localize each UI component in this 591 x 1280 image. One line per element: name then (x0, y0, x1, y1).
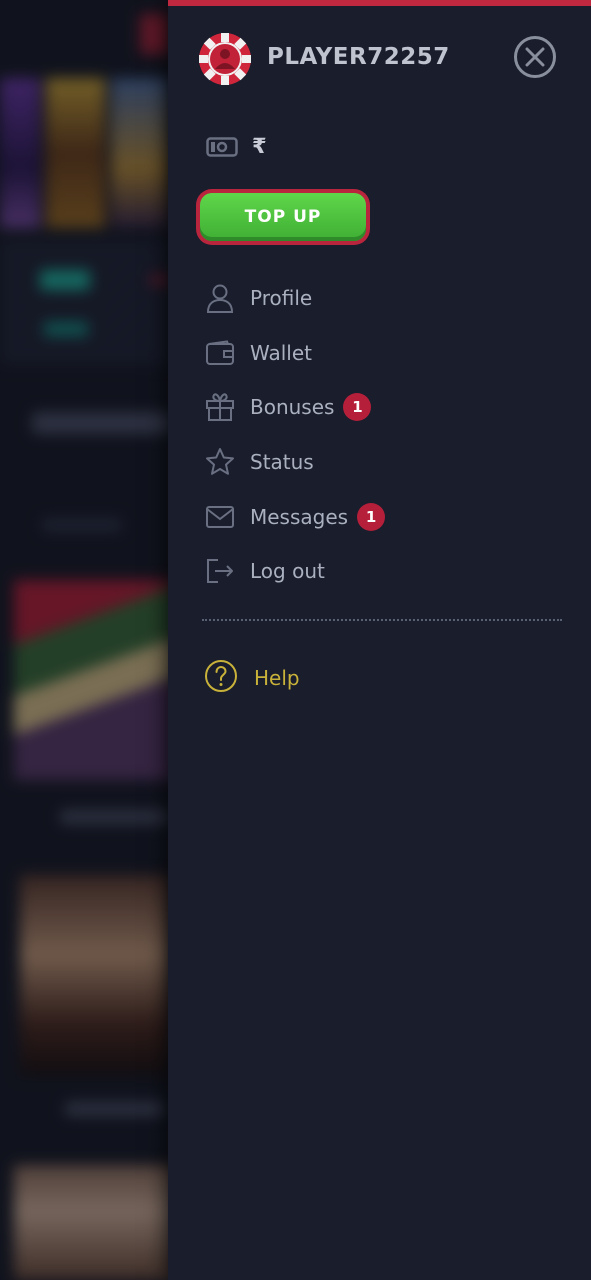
menu-item-status[interactable]: Status (204, 435, 564, 490)
help-label: Help (254, 666, 300, 690)
menu-item-wallet[interactable]: Wallet (204, 326, 564, 381)
currency-symbol: ₹ (252, 134, 267, 158)
wallet-icon (204, 337, 236, 369)
notification-badge: 1 (357, 502, 386, 531)
user-icon (204, 282, 236, 314)
close-icon (525, 47, 545, 67)
close-button[interactable] (514, 36, 556, 78)
menu-item-label: Bonuses (250, 395, 335, 420)
menu-divider (202, 619, 562, 621)
menu-item-label: Wallet (250, 340, 313, 365)
envelope-icon (204, 501, 236, 533)
menu-item-label: Profile (250, 286, 313, 311)
menu-item-profile[interactable]: Profile (204, 271, 564, 326)
poker-chip-avatar-icon (199, 33, 251, 85)
help-link[interactable]: Help (204, 660, 300, 696)
menu-item-logout[interactable]: Log out (204, 544, 564, 599)
menu-item-bonuses[interactable]: Bonuses 1 (204, 380, 564, 435)
menu-item-messages[interactable]: Messages 1 (204, 489, 564, 544)
logout-icon (204, 555, 236, 587)
background-app (0, 0, 170, 1280)
notification-badge: 1 (343, 393, 372, 422)
account-drawer: PLAYER72257 ₹ TOP UP Profile Wallet Bonu… (168, 0, 591, 1280)
question-circle-icon (204, 659, 238, 697)
top-up-button[interactable]: TOP UP (196, 189, 370, 245)
menu-item-label: Messages (250, 504, 349, 529)
username: PLAYER72257 (267, 44, 450, 70)
drawer-header: PLAYER72257 (198, 32, 563, 90)
overlay-dim[interactable] (0, 0, 170, 1280)
cash-icon (206, 137, 238, 161)
star-icon (204, 446, 236, 478)
top-up-label: TOP UP (200, 193, 366, 241)
menu-item-label: Status (250, 450, 314, 475)
menu-item-label: Log out (250, 559, 325, 584)
account-menu: Profile Wallet Bonuses 1 Status Messages… (204, 271, 564, 599)
gift-icon (204, 391, 236, 423)
avatar[interactable] (198, 32, 252, 86)
